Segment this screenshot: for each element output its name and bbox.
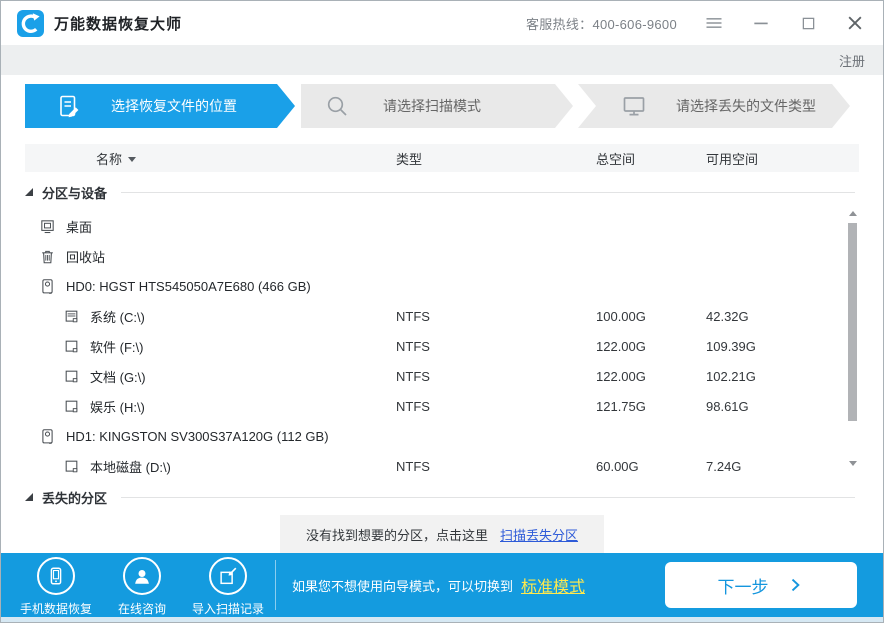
hotline-text: 客服热线：400-606-9600 <box>526 14 677 33</box>
partition-icon <box>63 368 80 385</box>
person-icon <box>123 557 161 595</box>
table-row-partition-g[interactable]: 文档 (G:\) NTFS 122.00G 102.21G <box>25 361 859 391</box>
tool-label: 手机数据恢复 <box>20 600 92 617</box>
column-type[interactable]: 类型 <box>396 149 596 168</box>
hard-drive-icon <box>39 278 56 295</box>
table-row-hd1[interactable]: HD1: KINGSTON SV300S37A120G (112 GB) <box>25 421 859 451</box>
window-bottom-strip <box>1 617 883 622</box>
column-name[interactable]: 名称 <box>25 149 396 168</box>
table-row-hd0[interactable]: HD0: HGST HTS545050A7E680 (466 GB) <box>25 271 859 301</box>
maximize-icon[interactable] <box>798 13 818 33</box>
footer-divider <box>275 560 276 610</box>
step-select-location[interactable]: 选择恢复文件的位置 <box>25 84 295 128</box>
table-header: 名称 类型 总空间 可用空间 <box>25 144 859 172</box>
chevron-right-icon <box>785 575 805 595</box>
section-title: 分区与设备 <box>42 183 107 202</box>
import-scan-record-button[interactable]: 导入扫描记录 <box>185 554 271 617</box>
table-row-recycle-bin[interactable]: 回收站 <box>25 241 859 271</box>
next-label: 下一步 <box>718 573 769 598</box>
step-scan-mode: 请选择扫描模式 <box>301 84 573 128</box>
titlebar: 万能数据恢复大师 客服热线：400-606-9600 <box>1 1 883 45</box>
sub-bar: 注册 <box>1 45 883 75</box>
partition-icon <box>63 398 80 415</box>
section-title: 丢失的分区 <box>42 488 107 507</box>
collapse-triangle-icon[interactable] <box>25 188 33 196</box>
column-total-space[interactable]: 总空间 <box>596 149 706 168</box>
app-window: 万能数据恢复大师 客服热线：400-606-9600 注册 选择恢复文件的位置 … <box>0 0 884 623</box>
step-file-type: 请选择丢失的文件类型 <box>578 84 850 128</box>
notice-text: 没有找到想要的分区，点击这里 <box>306 525 488 544</box>
table-row-partition-c[interactable]: 系统 (C:\) NTFS 100.00G 42.32G <box>25 301 859 331</box>
table-row-partition-d[interactable]: 本地磁盘 (D:\) NTFS 60.00G 7.24G <box>25 451 859 477</box>
wizard-steps: 选择恢复文件的位置 请选择扫描模式 请选择丢失的文件类型 <box>25 84 859 128</box>
import-icon <box>209 557 247 595</box>
scroll-up-icon[interactable] <box>849 211 857 216</box>
mode-hint-text: 如果您不想使用向导模式，可以切换到 <box>292 576 513 595</box>
scan-lost-partition-link[interactable]: 扫描丢失分区 <box>500 525 578 544</box>
register-link[interactable]: 注册 <box>839 51 865 70</box>
step-label: 请选择扫描模式 <box>383 96 481 116</box>
step-label: 选择恢复文件的位置 <box>111 96 237 116</box>
app-title: 万能数据恢复大师 <box>54 13 182 34</box>
titlebar-right: 客服热线：400-606-9600 <box>526 13 865 33</box>
menu-icon[interactable] <box>704 13 724 33</box>
column-free-space[interactable]: 可用空间 <box>706 149 859 168</box>
collapse-triangle-icon[interactable] <box>25 493 33 501</box>
close-icon[interactable] <box>845 13 865 33</box>
online-support-button[interactable]: 在线咨询 <box>99 554 185 617</box>
phone-recovery-button[interactable]: 手机数据恢复 <box>13 554 99 617</box>
monitor-icon <box>622 94 646 118</box>
desktop-icon <box>39 218 56 235</box>
partition-icon <box>63 458 80 475</box>
standard-mode-link[interactable]: 标准模式 <box>521 573 585 597</box>
section-divider <box>121 497 855 498</box>
notice-box: 没有找到想要的分区，点击这里 扫描丢失分区 <box>280 515 604 554</box>
table-row-partition-h[interactable]: 娱乐 (H:\) NTFS 121.75G 98.61G <box>25 391 859 421</box>
notice-wrap: 没有找到想要的分区，点击这里 扫描丢失分区 <box>1 515 883 554</box>
table-row-desktop[interactable]: 桌面 <box>25 211 859 241</box>
tool-label: 导入扫描记录 <box>192 600 264 617</box>
phone-icon <box>37 557 75 595</box>
section-partitions-devices: 分区与设备 <box>25 183 859 201</box>
next-step-button[interactable]: 下一步 <box>665 562 857 608</box>
recycle-bin-icon <box>39 248 56 265</box>
scrollbar[interactable] <box>847 211 859 473</box>
tool-label: 在线咨询 <box>118 600 166 617</box>
footer-bar: 手机数据恢复 在线咨询 导入扫描记录 如果您不想使用向导模式，可以切换到 标准模… <box>1 553 883 617</box>
step-label: 请选择丢失的文件类型 <box>676 96 816 116</box>
partition-icon <box>63 338 80 355</box>
hard-drive-icon <box>39 428 56 445</box>
section-lost-partitions: 丢失的分区 <box>25 488 859 506</box>
section-divider <box>121 192 855 193</box>
sort-arrow-icon <box>128 157 136 162</box>
minimize-icon[interactable] <box>751 13 771 33</box>
system-partition-icon <box>63 308 80 325</box>
magnifier-icon <box>325 94 349 118</box>
device-list: 桌面 回收站 HD0: HGST HTS545050A7E680 (466 GB… <box>25 201 859 477</box>
table-row-partition-f[interactable]: 软件 (F:\) NTFS 122.00G 109.39G <box>25 331 859 361</box>
document-pen-icon <box>57 94 81 118</box>
scrollbar-thumb[interactable] <box>848 223 857 421</box>
scroll-down-icon[interactable] <box>849 461 857 466</box>
app-logo-icon <box>17 10 44 37</box>
